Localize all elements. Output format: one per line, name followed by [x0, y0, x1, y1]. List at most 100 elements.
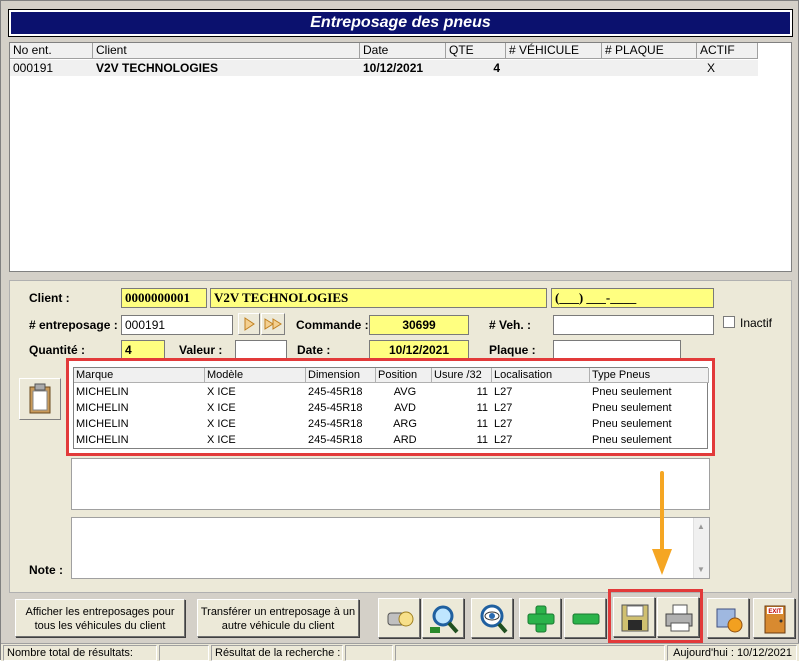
- exit-door-icon: EXIT: [764, 605, 786, 634]
- cell-plaque: [602, 60, 697, 76]
- entreposage-field[interactable]: 000191: [121, 315, 233, 335]
- cell-actif: X: [707, 61, 716, 75]
- tires-cell-modele: X ICE: [207, 418, 236, 430]
- tires-cell-dimension: 245-45R18: [308, 418, 363, 430]
- clipboard-button[interactable]: [19, 378, 61, 420]
- today-status: Aujourd'hui : 10/12/2021: [667, 645, 797, 661]
- inactif-checkbox[interactable]: [723, 316, 735, 328]
- tires-cell-localisation: L27: [494, 434, 513, 446]
- valeur-field[interactable]: [235, 340, 287, 360]
- cell-client: V2V TECHNOLOGIES: [96, 61, 219, 75]
- window-title: Entreposage des pneus: [8, 9, 793, 37]
- col-header-client[interactable]: Client: [93, 43, 360, 59]
- play-icon: [244, 317, 255, 331]
- transfer-storage-button[interactable]: Transférer un entreposage à un autre véh…: [197, 599, 359, 637]
- next-button[interactable]: [238, 313, 260, 335]
- veh-label: # Veh. :: [489, 318, 532, 332]
- search-button[interactable]: [422, 598, 464, 638]
- tires-cell-localisation: L27: [494, 386, 513, 398]
- col-header-vehicule[interactable]: # VÉHICULE: [506, 43, 602, 59]
- results-grid[interactable]: No ent. Client Date QTE # VÉHICULE # PLA…: [9, 42, 792, 272]
- client-name-field[interactable]: V2V TECHNOLOGIES: [210, 288, 547, 308]
- search-light-button[interactable]: [378, 598, 420, 638]
- svg-text:EXIT: EXIT: [768, 609, 782, 615]
- client-code-field[interactable]: 0000000001: [121, 288, 207, 308]
- view-button[interactable]: [471, 598, 513, 638]
- add-button[interactable]: [519, 598, 561, 638]
- tires-col-header-usure[interactable]: Usure /32: [432, 368, 492, 383]
- date-label: Date :: [297, 343, 331, 357]
- note-label: Note :: [29, 563, 63, 577]
- inactif-label: Inactif: [740, 316, 773, 330]
- tires-cell-localisation: L27: [494, 418, 513, 430]
- tires-cell-usure: 11: [476, 418, 488, 430]
- tires-col-header-modele[interactable]: Modèle: [205, 368, 306, 383]
- search-result-value: [345, 645, 393, 661]
- remove-button[interactable]: [564, 598, 606, 638]
- minus-icon: [572, 613, 600, 625]
- col-header-date[interactable]: Date: [360, 43, 446, 59]
- col-header-qte[interactable]: QTE: [446, 43, 506, 59]
- tires-col-header-position[interactable]: Position: [376, 368, 432, 383]
- tires-cell-usure: 11: [476, 386, 488, 398]
- col-header-plaque[interactable]: # PLAQUE: [602, 43, 697, 59]
- note-scrollbar[interactable]: ▲ ▼: [693, 518, 709, 578]
- tires-cell-usure: 11: [476, 434, 488, 446]
- tires-table-row[interactable]: MICHELIN X ICE 245-45R18 AVD 11 L27 Pneu seule…: [74, 400, 709, 416]
- tires-cell-usure: 11: [476, 402, 488, 414]
- valeur-label: Valeur :: [179, 343, 223, 357]
- tires-cell-marque: MICHELIN: [76, 418, 129, 430]
- tires-table-row[interactable]: MICHELIN X ICE 245-45R18 AVG 11 L27 Pneu seule…: [74, 384, 709, 400]
- tools-icon: [716, 608, 743, 633]
- cell-qte: 4: [493, 61, 500, 75]
- tires-cell-type: Pneu seulement: [592, 386, 672, 398]
- tires-cell-position: AVG: [393, 386, 417, 398]
- total-results-value: [159, 645, 209, 661]
- tires-cell-type: Pneu seulement: [592, 434, 672, 446]
- date-field[interactable]: 10/12/2021: [369, 340, 469, 360]
- col-header-actif[interactable]: ACTIF: [697, 43, 758, 59]
- printer-icon: [665, 604, 693, 632]
- show-all-storage-button[interactable]: Afficher les entreposages pour tous les …: [15, 599, 185, 637]
- tires-cell-modele: X ICE: [207, 402, 236, 414]
- cell-vehicule: [506, 60, 602, 76]
- col-header-no[interactable]: No ent.: [10, 43, 93, 59]
- total-results-status: Nombre total de résultats:: [3, 645, 157, 661]
- tires-cell-marque: MICHELIN: [76, 386, 129, 398]
- table-row[interactable]: 000191 V2V TECHNOLOGIES 10/12/2021 4 X: [10, 60, 758, 76]
- tires-cell-position: ARD: [393, 434, 417, 446]
- clipboard-icon: [29, 383, 51, 414]
- tires-col-header-marque[interactable]: Marque: [74, 368, 205, 383]
- tires-col-header-dimension[interactable]: Dimension: [306, 368, 376, 383]
- client-phone-field[interactable]: (___) ___-____: [551, 288, 714, 308]
- tires-cell-localisation: L27: [494, 402, 513, 414]
- quantite-field[interactable]: 4: [121, 340, 165, 360]
- tires-table-row[interactable]: MICHELIN X ICE 245-45R18 ARD 11 L27 Pneu seule…: [74, 432, 709, 448]
- plaque-field[interactable]: [553, 340, 681, 360]
- tires-table-row[interactable]: MICHELIN X ICE 245-45R18 ARG 11 L27 Pneu seule…: [74, 416, 709, 432]
- exit-button[interactable]: EXIT: [753, 598, 795, 638]
- client-label: Client :: [29, 291, 70, 305]
- tires-cell-position: AVD: [394, 402, 416, 414]
- tires-cell-marque: MICHELIN: [76, 402, 129, 414]
- settings-button[interactable]: [707, 598, 749, 638]
- note-textarea[interactable]: ▲ ▼: [71, 517, 710, 579]
- tires-col-header-type[interactable]: Type Pneus: [590, 368, 709, 383]
- veh-field[interactable]: [553, 315, 714, 335]
- commande-field[interactable]: 30699: [369, 315, 469, 335]
- tires-cell-modele: X ICE: [207, 386, 236, 398]
- tires-cell-dimension: 245-45R18: [308, 402, 363, 414]
- tires-cell-dimension: 245-45R18: [308, 434, 363, 446]
- cell-date: 10/12/2021: [363, 61, 424, 75]
- last-button[interactable]: [261, 313, 285, 335]
- cell-no: 000191: [13, 61, 54, 75]
- tires-cell-type: Pneu seulement: [592, 418, 672, 430]
- tires-table[interactable]: Marque Modèle Dimension Position Usure /32 Lo…: [73, 367, 709, 449]
- tires-col-header-localisation[interactable]: Localisation: [492, 368, 590, 383]
- save-button[interactable]: [613, 597, 655, 637]
- tires-cell-position: ARG: [393, 418, 417, 430]
- search-result-status: Résultat de la recherche :: [211, 645, 343, 661]
- tires-table-lower-area: [71, 458, 710, 510]
- print-button[interactable]: [657, 597, 699, 637]
- entreposage-label: # entreposage :: [29, 318, 118, 332]
